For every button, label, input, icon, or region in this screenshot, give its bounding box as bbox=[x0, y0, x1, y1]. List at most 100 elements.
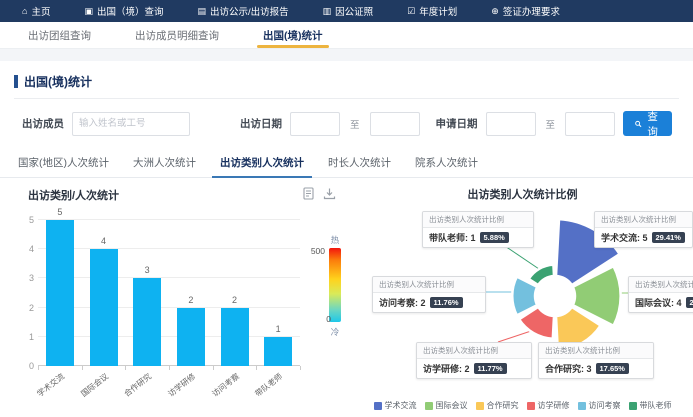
bar-国际会议[interactable] bbox=[90, 249, 118, 366]
gridline bbox=[38, 336, 300, 337]
member-input[interactable] bbox=[72, 112, 190, 136]
search-button-label: 查询 bbox=[646, 109, 660, 139]
chart-tab-0[interactable]: 国家(地区)人次统计 bbox=[6, 148, 121, 177]
bar-带队老师[interactable] bbox=[264, 337, 292, 366]
apply-date-end-input[interactable] bbox=[565, 112, 615, 136]
y-axis-label: 1 bbox=[16, 332, 34, 342]
legend-label: 国际会议 bbox=[436, 400, 468, 411]
visual-map-gradient[interactable] bbox=[329, 248, 341, 322]
legend-label: 学术交流 bbox=[385, 400, 417, 411]
legend-swatch bbox=[374, 402, 382, 410]
nav-item-4[interactable]: ☑年度计划 bbox=[407, 4, 457, 18]
pie-slice-带队老师[interactable] bbox=[529, 265, 554, 286]
visit-date-start-input[interactable] bbox=[290, 112, 340, 136]
charts-row: 出访类别/人次统计 0123455学术交流4国际会议3合作研究2访学研修2访问考… bbox=[0, 178, 693, 416]
bar-合作研究[interactable] bbox=[133, 278, 161, 366]
y-axis-label: 0 bbox=[16, 361, 34, 371]
search-icon bbox=[635, 119, 642, 129]
nav-item-3[interactable]: ▥因公证照 bbox=[323, 4, 374, 18]
main-card: 出国(境)统计 出访成员 出访日期 至 申请日期 至 查询 国家(地区)人次统计… bbox=[0, 61, 693, 417]
x-axis-tick bbox=[256, 366, 257, 370]
callout-header: 出访类别人次统计比例 bbox=[423, 212, 533, 228]
subtab-1[interactable]: 出访成员明细查询 bbox=[113, 22, 241, 48]
download-icon[interactable] bbox=[323, 187, 336, 200]
legend-item-5[interactable]: 带队老师 bbox=[629, 400, 672, 411]
legend-swatch bbox=[476, 402, 484, 410]
page-title: 出国(境)统计 bbox=[24, 73, 92, 90]
filter-form: 出访成员 出访日期 至 申请日期 至 查询 bbox=[0, 99, 693, 144]
x-axis-tick bbox=[213, 366, 214, 370]
callout-pct-badge: 17.65% bbox=[596, 363, 629, 374]
nav-item-5[interactable]: ⊕ 签证办理要求 bbox=[491, 4, 560, 18]
legend-item-4[interactable]: 访问考察 bbox=[578, 400, 621, 411]
nav-item-label: 出国（境）查询 bbox=[97, 4, 164, 18]
callout-pct-badge: 11.76% bbox=[430, 297, 463, 308]
bar-value-label: 3 bbox=[125, 265, 169, 275]
nav-item-label: 签证办理要求 bbox=[503, 4, 560, 18]
bar-value-label: 2 bbox=[213, 295, 257, 305]
gridline bbox=[38, 277, 300, 278]
y-axis-label: 4 bbox=[16, 244, 34, 254]
visual-map-max: 500 bbox=[305, 246, 325, 256]
callout-pct-badge: 5.88% bbox=[480, 232, 509, 243]
legend-label: 访学研修 bbox=[538, 400, 570, 411]
legend-item-2[interactable]: 合作研究 bbox=[476, 400, 519, 411]
member-label: 出访成员 bbox=[22, 116, 64, 131]
x-axis-label: 访学研修 bbox=[145, 371, 197, 415]
callout-pct-badge: 11.77% bbox=[474, 363, 507, 374]
gridline bbox=[38, 307, 300, 308]
callout-line bbox=[498, 330, 534, 342]
subtab-2[interactable]: 出国(境)统计 bbox=[241, 22, 345, 48]
pie-legend: 学术交流 国际会议 合作研究 访学研修 访问考察 带队老师 bbox=[352, 400, 693, 411]
callout-xueshu-jiaoliu: 出访类别人次统计比例 学术交流: 5 29.41% bbox=[594, 211, 693, 248]
report-icon: ▤ bbox=[197, 7, 206, 16]
subtab-bar: 出访团组查询出访成员明细查询出国(境)统计 bbox=[0, 22, 693, 49]
subtab-0[interactable]: 出访团组查询 bbox=[6, 22, 113, 48]
x-axis-tick bbox=[38, 366, 39, 370]
bar-学术交流[interactable] bbox=[46, 220, 74, 366]
callout-fangwen-kaocha: 出访类别人次统计比例 访问考察: 2 11.76% bbox=[372, 276, 486, 313]
callout-value: 带队老师: 1 bbox=[429, 231, 476, 244]
nav-item-2[interactable]: ▤出访公示/出访报告 bbox=[197, 4, 288, 18]
bar-访问考察[interactable] bbox=[221, 308, 249, 366]
legend-label: 带队老师 bbox=[640, 400, 672, 411]
legend-swatch bbox=[527, 402, 535, 410]
home-icon: ⌂ bbox=[22, 7, 27, 16]
nav-item-0[interactable]: ⌂主页 bbox=[22, 4, 50, 18]
visit-date-label: 出访日期 bbox=[240, 116, 282, 131]
bar-value-label: 4 bbox=[82, 236, 126, 246]
apply-date-start-input[interactable] bbox=[486, 112, 536, 136]
chart-tab-1[interactable]: 大洲人次统计 bbox=[121, 148, 208, 177]
chart-tab-3[interactable]: 时长人次统计 bbox=[316, 148, 403, 177]
search-button[interactable]: 查询 bbox=[623, 111, 672, 136]
nav-item-label: 年度计划 bbox=[419, 4, 457, 18]
top-navbar: ⌂主页 ▣ 出国（境）查询 ▤出访公示/出访报告 ▥因公证照 ☑年度计划 ⊕ 签证办理要求 bbox=[0, 0, 693, 22]
bar-value-label: 1 bbox=[256, 324, 300, 334]
chart-tab-4[interactable]: 院系人次统计 bbox=[403, 148, 490, 177]
visual-map-min: 0 bbox=[311, 314, 331, 324]
visit-date-end-input[interactable] bbox=[370, 112, 420, 136]
visa-icon: ⊕ bbox=[491, 7, 499, 16]
bar-访学研修[interactable] bbox=[177, 308, 205, 366]
nav-item-1[interactable]: ▣ 出国（境）查询 bbox=[84, 4, 163, 18]
legend-label: 合作研究 bbox=[487, 400, 519, 411]
callout-value: 访学研修: 2 bbox=[423, 362, 470, 375]
globe-search-icon: ▣ bbox=[84, 7, 93, 16]
apply-date-separator: 至 bbox=[544, 117, 558, 131]
chart-tab-2[interactable]: 出访类别人次统计 bbox=[208, 148, 316, 177]
callout-daidui-laoshi: 出访类别人次统计比例 带队老师: 1 5.88% bbox=[422, 211, 534, 248]
data-view-icon[interactable] bbox=[302, 187, 315, 200]
legend-label: 访问考察 bbox=[589, 400, 621, 411]
legend-item-1[interactable]: 国际会议 bbox=[425, 400, 468, 411]
bar-value-label: 5 bbox=[38, 207, 82, 217]
chart-toolbox bbox=[302, 187, 336, 200]
section-accent-bar bbox=[14, 75, 18, 88]
x-axis-tick bbox=[169, 366, 170, 370]
legend-item-0[interactable]: 学术交流 bbox=[374, 400, 417, 411]
visual-map-high-label: 热 bbox=[329, 234, 341, 246]
callout-pct-badge: 29.41% bbox=[652, 232, 685, 243]
section-header: 出国(境)统计 bbox=[14, 61, 679, 99]
callout-value: 国际会议: 4 bbox=[635, 296, 682, 309]
x-axis-tick bbox=[300, 366, 301, 370]
legend-item-3[interactable]: 访学研修 bbox=[527, 400, 570, 411]
